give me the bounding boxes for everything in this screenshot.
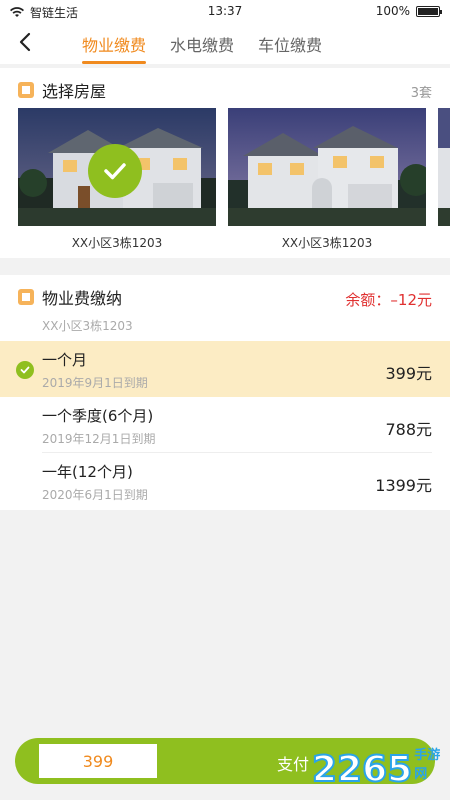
house-photo [18, 108, 216, 226]
house-label: XX小区3栋1203 [71, 236, 163, 250]
house-card-partial[interactable] [438, 108, 450, 226]
house-label: XX小区3栋1203 [281, 236, 373, 250]
tab-bar: 物业缴费 水电缴费 车位缴费 [70, 22, 334, 64]
plan-option-3[interactable]: 一年(12个月) 2020年6月1日到期 1399元 [0, 453, 450, 509]
battery-icon [416, 5, 442, 17]
plan-price: 788元 [385, 420, 432, 439]
status-bar: 智链生活 13:37 100% [0, 0, 450, 22]
house-section-header: 选择房屋 [18, 78, 106, 102]
fee-section-title: 物业费缴纳 [42, 289, 123, 308]
battery-percent: 100% [375, 4, 410, 18]
plan-option-1[interactable]: 一个月 2019年9月1日到期 399元 [0, 341, 450, 397]
plan-option-2[interactable]: 一个季度(6个月) 2019年12月1日到期 788元 [0, 397, 450, 453]
fee-section: 物业费缴纳 余额：–12元 XX小区3栋1203 一个月 2019年9月1日到期… [0, 275, 450, 510]
fee-address: XX小区3栋1203 [42, 319, 133, 333]
status-right: 100% [375, 4, 442, 18]
plan-name: 一个月 [42, 351, 88, 369]
plan-name: 一年(12个月) [42, 463, 133, 481]
house-card-2[interactable]: XX小区3栋1203 [228, 108, 426, 251]
pay-button[interactable]: 支付 [277, 751, 309, 775]
header: 物业缴费 水电缴费 车位缴费 [0, 22, 450, 64]
plan-expiry: 2020年6月1日到期 [42, 488, 148, 502]
balance-label: 余额：–12元 [345, 291, 432, 309]
fee-icon [18, 289, 34, 305]
tab-property-fee[interactable]: 物业缴费 [70, 22, 158, 64]
tab-utilities-fee[interactable]: 水电缴费 [158, 22, 246, 64]
house-list: XX小区3栋1203 XX小区3栋1203 [18, 108, 426, 251]
plan-check-icon [16, 361, 34, 379]
watermark-number: 2265 [311, 749, 413, 790]
plan-expiry: 2019年9月1日到期 [42, 376, 148, 390]
plan-name: 一个季度(6个月) [42, 407, 154, 425]
tab-parking-fee[interactable]: 车位缴费 [246, 22, 334, 64]
watermark-text: 手游网 [414, 748, 441, 782]
back-arrow-icon[interactable] [14, 30, 38, 54]
plan-expiry: 2019年12月1日到期 [42, 432, 156, 446]
pay-amount: 399 [39, 744, 157, 778]
plan-price: 1399元 [375, 476, 432, 495]
house-icon [18, 82, 34, 98]
watermark-logo: 2265 手游网 [311, 744, 450, 790]
house-section: 选择房屋 3套 XX小区3栋1203 XX小区3栋1203 [0, 68, 450, 258]
house-card-1[interactable]: XX小区3栋1203 [18, 108, 216, 251]
house-selected-check-icon [88, 144, 142, 198]
fee-section-header: 物业费缴纳 [18, 285, 122, 309]
house-section-title: 选择房屋 [42, 82, 107, 101]
plan-price: 399元 [385, 364, 432, 383]
house-count: 3套 [410, 86, 432, 101]
house-photo [228, 108, 426, 226]
